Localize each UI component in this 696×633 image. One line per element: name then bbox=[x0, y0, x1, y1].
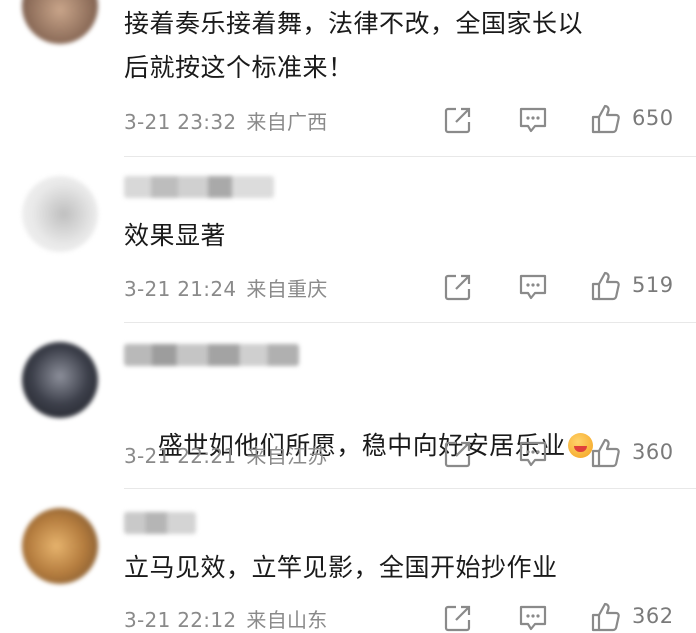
share-icon[interactable] bbox=[444, 604, 472, 632]
like-count: 362 bbox=[632, 604, 674, 628]
thumbs-up-icon[interactable] bbox=[590, 437, 622, 469]
divider bbox=[124, 156, 696, 157]
comment-meta: 3-21 22:21 来自江苏 bbox=[124, 440, 338, 469]
comment-icon[interactable] bbox=[518, 106, 548, 134]
thumbs-up-icon[interactable] bbox=[590, 270, 622, 302]
thumbs-up-icon[interactable] bbox=[590, 601, 622, 633]
comment-text: 效果显著 bbox=[124, 221, 227, 250]
share-icon[interactable] bbox=[444, 440, 472, 468]
like-count: 360 bbox=[632, 440, 674, 464]
comment-time: 3-21 22:12 bbox=[124, 608, 237, 632]
share-icon[interactable] bbox=[444, 106, 472, 134]
comment-meta: 3-21 23:32 来自广西 bbox=[124, 106, 338, 135]
comment-time: 3-21 22:21 bbox=[124, 444, 237, 468]
username[interactable] bbox=[124, 344, 299, 366]
thumbs-up-icon[interactable] bbox=[590, 103, 622, 135]
avatar[interactable] bbox=[22, 508, 98, 584]
avatar[interactable] bbox=[22, 342, 98, 418]
comment-meta: 3-21 21:24 来自重庆 bbox=[124, 273, 338, 302]
avatar[interactable] bbox=[22, 176, 98, 252]
comment-text: 接着奏乐接着舞，法律不改，全国家长以 后就按这个标准来！ bbox=[124, 9, 584, 82]
comment-icon[interactable] bbox=[518, 273, 548, 301]
comment-time: 3-21 21:24 bbox=[124, 277, 237, 301]
username[interactable] bbox=[124, 512, 196, 534]
like-count: 519 bbox=[632, 273, 674, 297]
comment-icon[interactable] bbox=[518, 604, 548, 632]
comment-meta: 3-21 22:12 来自山东 bbox=[124, 604, 338, 633]
comment-icon[interactable] bbox=[518, 440, 548, 468]
comment-location: 来自重庆 bbox=[246, 277, 328, 301]
comment-location: 来自广西 bbox=[246, 110, 328, 134]
like-count: 650 bbox=[632, 106, 674, 130]
username[interactable] bbox=[124, 176, 274, 198]
comment-text: 立马见效，立竿见影，全国开始抄作业 bbox=[124, 553, 558, 582]
comment-time: 3-21 23:32 bbox=[124, 110, 237, 134]
avatar[interactable] bbox=[22, 0, 98, 44]
comment-location: 来自江苏 bbox=[246, 444, 328, 468]
share-icon[interactable] bbox=[444, 273, 472, 301]
divider bbox=[124, 322, 696, 323]
divider bbox=[124, 488, 696, 489]
comment-location: 来自山东 bbox=[246, 608, 328, 632]
